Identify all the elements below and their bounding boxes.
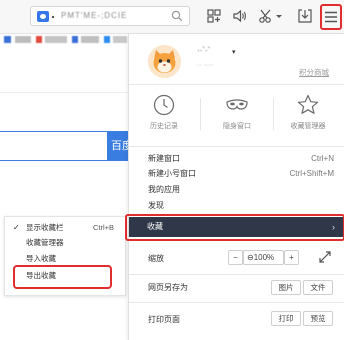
avatar[interactable] bbox=[148, 45, 181, 78]
menu-button[interactable] bbox=[320, 4, 342, 30]
menu-item-label: 发现 bbox=[148, 201, 164, 210]
site-icon bbox=[37, 11, 49, 22]
submenu-item-bookmark-manager[interactable]: 收藏管理器 bbox=[5, 236, 125, 250]
submenu-item-import-bookmarks[interactable]: 导入收藏 bbox=[5, 252, 125, 266]
zoom-label: 缩放 bbox=[148, 254, 164, 263]
history-button[interactable]: 历史记录 bbox=[134, 94, 194, 138]
quick-action-label: 历史记录 bbox=[150, 123, 178, 130]
menu-item-new-window[interactable]: 新建窗口 Ctrl+N bbox=[129, 153, 344, 165]
bookmark-favicon[interactable] bbox=[72, 36, 78, 43]
zoom-out-button[interactable]: − bbox=[228, 250, 243, 265]
address-text[interactable]: PMT'ME-;DCIE bbox=[61, 11, 127, 20]
menu-item-discover[interactable]: 发现 bbox=[129, 200, 344, 212]
points-mall-link[interactable]: 积分商城 bbox=[299, 67, 329, 78]
apps-icon[interactable] bbox=[206, 8, 222, 24]
download-icon[interactable] bbox=[297, 8, 313, 24]
search-icon[interactable] bbox=[171, 10, 183, 22]
bookmarks-submenu: ✓ 显示收藏栏 Ctrl+B 收藏管理器 导入收藏 导出收藏 bbox=[4, 216, 126, 296]
quick-action-label: 收藏管理器 bbox=[290, 123, 326, 130]
zoom-in-button[interactable]: + bbox=[284, 250, 299, 265]
save-as-image-button[interactable]: 图片 bbox=[271, 280, 301, 295]
check-icon: ✓ bbox=[13, 223, 20, 232]
submenu-item-shortcut: Ctrl+B bbox=[93, 223, 115, 232]
menu-icon bbox=[325, 11, 337, 23]
bookmark-manager-button[interactable]: 收藏管理器 bbox=[275, 94, 341, 138]
menu-item-label: 新建窗口 bbox=[148, 154, 180, 163]
submenu-item-label: 导入收藏 bbox=[26, 254, 56, 263]
zoom-value: ⊖100% bbox=[243, 250, 284, 265]
menu-item-shortcut: Ctrl+Shift+M bbox=[289, 169, 334, 178]
bookmark-entry[interactable] bbox=[15, 36, 31, 43]
user-dropdown-icon[interactable]: ▾ bbox=[232, 48, 236, 56]
star-icon bbox=[297, 94, 319, 114]
zoom-glyph: ⊖ bbox=[247, 253, 254, 262]
highlight-box bbox=[125, 214, 344, 241]
bookmark-favicon[interactable] bbox=[4, 36, 11, 43]
dropdown-arrow-icon[interactable] bbox=[275, 8, 283, 24]
clock-icon bbox=[153, 94, 175, 116]
save-as-label: 网页另存为 bbox=[148, 283, 188, 292]
bookmark-entry[interactable] bbox=[45, 36, 67, 43]
menu-item-my-apps[interactable]: 我的应用 bbox=[129, 184, 344, 196]
cat-avatar-icon bbox=[148, 45, 181, 78]
submenu-item-label: 收藏管理器 bbox=[26, 238, 64, 247]
menu-divider bbox=[129, 274, 344, 275]
fullscreen-icon[interactable] bbox=[317, 249, 333, 265]
user-subtitle: ·· ···· bbox=[197, 62, 213, 69]
print-label: 打印页面 bbox=[148, 315, 180, 324]
menu-divider bbox=[129, 302, 344, 303]
menu-item-label: 新建小号窗口 bbox=[148, 169, 196, 178]
print-button[interactable]: 打印 bbox=[271, 311, 301, 326]
user-name[interactable]: ··`·` bbox=[197, 46, 210, 55]
submenu-item-label: 显示收藏栏 bbox=[26, 223, 64, 232]
audio-icon[interactable] bbox=[232, 8, 248, 24]
menu-item-label: 我的应用 bbox=[148, 185, 180, 194]
quick-action-separator bbox=[200, 98, 201, 130]
menu-item-shortcut: Ctrl+N bbox=[311, 154, 334, 163]
menu-divider bbox=[129, 84, 344, 85]
address-bar[interactable]: PMT'ME-;DCIE bbox=[30, 6, 190, 26]
bookmark-entry[interactable] bbox=[81, 36, 99, 43]
bookmark-entry[interactable] bbox=[113, 36, 127, 43]
incognito-window-button[interactable]: 隐身窗口 bbox=[207, 94, 267, 138]
submenu-item-show-bookmarks-bar[interactable]: ✓ 显示收藏栏 Ctrl+B bbox=[5, 221, 125, 235]
menu-divider bbox=[129, 146, 344, 147]
main-menu-panel: ··`·` ▾ ·· ···· 积分商城 历史记录 隐身窗口 收藏管理器 新建窗… bbox=[125, 34, 344, 340]
highlight-box bbox=[13, 265, 112, 289]
menu-item-new-alt-window[interactable]: 新建小号窗口 Ctrl+Shift+M bbox=[129, 168, 344, 180]
zoom-percent: 100% bbox=[253, 253, 275, 262]
quick-action-label: 隐身窗口 bbox=[223, 123, 251, 130]
print-preview-button[interactable]: 预览 bbox=[303, 311, 333, 326]
save-as-file-button[interactable]: 文件 bbox=[303, 280, 333, 295]
bookmark-favicon[interactable] bbox=[36, 36, 42, 43]
bookmark-favicon[interactable] bbox=[104, 36, 110, 43]
browser-toolbar: PMT'ME-;DCIE bbox=[0, 0, 344, 34]
bookmark-bar bbox=[0, 34, 130, 46]
quick-action-separator bbox=[273, 98, 274, 130]
page-divider bbox=[0, 92, 130, 93]
search-input[interactable] bbox=[0, 131, 108, 161]
mask-icon bbox=[226, 99, 248, 110]
screenshot-icon[interactable] bbox=[258, 8, 274, 24]
address-separator bbox=[52, 16, 54, 18]
